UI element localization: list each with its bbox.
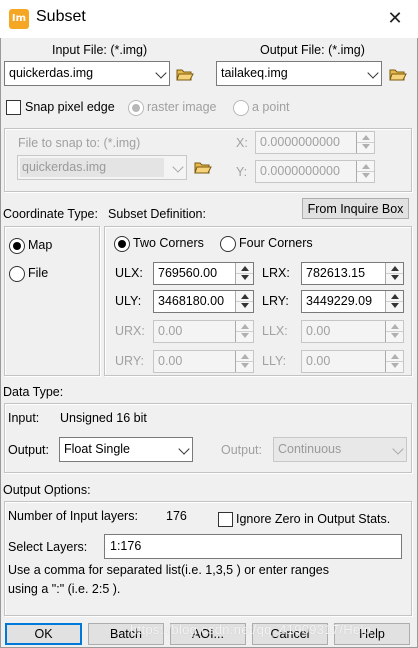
lly-label: LLY: xyxy=(262,354,287,368)
ulx-value: 769560.00 xyxy=(158,266,218,280)
file-label: File xyxy=(28,266,49,280)
select-layers-hint-2: using a ":" (i.e. 2:5 ). xyxy=(8,582,121,596)
output-file-select[interactable]: tailakeq.img xyxy=(216,61,382,86)
snap-file-label: File to snap to: (*.img) xyxy=(18,136,141,150)
four-corners-radio[interactable] xyxy=(220,236,236,252)
spin-buttons[interactable] xyxy=(385,321,403,342)
urx-value: 0.00 xyxy=(158,324,183,338)
lry-value: 3449229.09 xyxy=(306,294,373,308)
four-corners-label: Four Corners xyxy=(239,236,313,250)
num-layers-value: 176 xyxy=(166,509,187,523)
map-label: Map xyxy=(28,238,53,252)
lry-label: LRY: xyxy=(262,294,289,308)
uly-label: ULY: xyxy=(115,294,142,308)
chevron-down-icon xyxy=(367,67,379,79)
snap-point-label: a point xyxy=(252,100,290,114)
lrx-label: LRX: xyxy=(262,266,290,280)
snap-file-value: quickerdas.img xyxy=(22,160,107,174)
uly-spinbox[interactable]: 3468180.00 xyxy=(153,290,254,313)
input-file-label: Input File: (*.img) xyxy=(52,43,148,57)
spin-buttons[interactable] xyxy=(385,351,403,372)
app-icon: Im xyxy=(9,9,29,29)
select-layers-input[interactable]: 1:176 xyxy=(104,534,402,559)
snap-raster-label: raster image xyxy=(147,100,217,114)
file-radio[interactable] xyxy=(9,266,25,282)
map-radio[interactable] xyxy=(9,238,25,254)
two-corners-radio[interactable] xyxy=(114,236,130,252)
snap-file-select[interactable]: quickerdas.img xyxy=(17,155,187,180)
output-file-label: Output File: (*.img) xyxy=(260,43,365,57)
coordinate-type-label: Coordinate Type: xyxy=(3,207,98,221)
llx-value: 0.00 xyxy=(306,324,331,338)
ury-label: URY: xyxy=(115,354,144,368)
spin-buttons[interactable] xyxy=(235,351,253,372)
lly-spinbox[interactable]: 0.00 xyxy=(301,350,404,373)
spin-buttons[interactable] xyxy=(385,263,403,284)
data-type-output2-value: Continuous xyxy=(278,442,342,456)
close-icon[interactable]: ✕ xyxy=(380,6,410,32)
snap-y-spinbox[interactable]: 0.0000000000 xyxy=(255,160,375,183)
ok-button[interactable]: OK xyxy=(5,623,82,645)
snap-pixel-edge-label: Snap pixel edge xyxy=(25,100,115,114)
ulx-spinbox[interactable]: 769560.00 xyxy=(153,262,254,285)
chevron-down-icon xyxy=(155,67,167,79)
spin-buttons[interactable] xyxy=(356,132,374,153)
from-inquire-box-button[interactable]: From Inquire Box xyxy=(302,198,409,219)
snap-pixel-edge-checkbox[interactable] xyxy=(6,100,21,115)
spin-buttons[interactable] xyxy=(385,291,403,312)
folder-open-icon[interactable] xyxy=(194,160,212,175)
chevron-down-icon xyxy=(178,443,190,455)
ignore-zero-label: Ignore Zero in Output Stats. xyxy=(236,512,391,526)
spin-buttons[interactable] xyxy=(235,321,253,342)
spin-buttons[interactable] xyxy=(235,263,253,284)
urx-spinbox[interactable]: 0.00 xyxy=(153,320,254,343)
lrx-spinbox[interactable]: 782613.15 xyxy=(301,262,404,285)
data-type-input-label: Input: xyxy=(8,411,40,425)
subset-definition-label: Subset Definition: xyxy=(108,207,206,221)
data-type-output2-select[interactable]: Continuous xyxy=(273,437,407,462)
output-options-label: Output Options: xyxy=(3,483,91,497)
select-layers-value: 1:176 xyxy=(110,539,142,553)
ignore-zero-checkbox[interactable] xyxy=(218,512,233,527)
folder-open-icon[interactable] xyxy=(389,67,407,82)
uly-value: 3468180.00 xyxy=(158,294,225,308)
two-corners-label: Two Corners xyxy=(133,236,204,250)
snap-point-radio[interactable] xyxy=(233,100,249,116)
folder-open-icon[interactable] xyxy=(176,67,194,82)
spin-buttons[interactable] xyxy=(235,291,253,312)
output-file-value: tailakeq.img xyxy=(221,66,288,80)
snap-y-value: 0.0000000000 xyxy=(260,164,340,178)
llx-spinbox[interactable]: 0.00 xyxy=(301,320,404,343)
data-type-input-value: Unsigned 16 bit xyxy=(60,411,147,425)
window-title: Subset xyxy=(36,8,86,25)
chevron-down-icon xyxy=(172,161,184,173)
ulx-label: ULX: xyxy=(115,266,143,280)
urx-label: URX: xyxy=(115,324,145,338)
snap-y-label: Y: xyxy=(236,165,248,179)
snap-x-spinbox[interactable]: 0.0000000000 xyxy=(255,131,375,154)
snap-x-value: 0.0000000000 xyxy=(260,135,340,149)
lry-spinbox[interactable]: 3449229.09 xyxy=(301,290,404,313)
ury-value: 0.00 xyxy=(158,354,183,368)
select-layers-label: Select Layers: xyxy=(8,540,88,554)
watermark: https://blog.csdn.net/qq_41909317/Help xyxy=(130,622,372,637)
num-layers-label: Number of Input layers: xyxy=(8,509,138,523)
snap-raster-radio[interactable] xyxy=(128,100,144,116)
chevron-down-icon xyxy=(392,443,404,455)
llx-label: LLX: xyxy=(262,324,288,338)
data-type-output2-label: Output: xyxy=(221,443,262,457)
data-type-label: Data Type: xyxy=(3,385,64,399)
input-file-select[interactable]: quickerdas.img xyxy=(4,61,170,86)
snap-x-label: X: xyxy=(236,136,248,150)
data-type-output-label: Output: xyxy=(8,443,49,457)
input-file-value: quickerdas.img xyxy=(9,66,94,80)
ury-spinbox[interactable]: 0.00 xyxy=(153,350,254,373)
title-bar: Im Subset ✕ xyxy=(0,0,418,38)
lrx-value: 782613.15 xyxy=(306,266,366,280)
data-type-output-value: Float Single xyxy=(64,442,131,456)
spin-buttons[interactable] xyxy=(356,161,374,182)
data-type-output-select[interactable]: Float Single xyxy=(59,437,193,462)
lly-value: 0.00 xyxy=(306,354,331,368)
select-layers-hint-1: Use a comma for separated list(i.e. 1,3,… xyxy=(8,563,329,577)
